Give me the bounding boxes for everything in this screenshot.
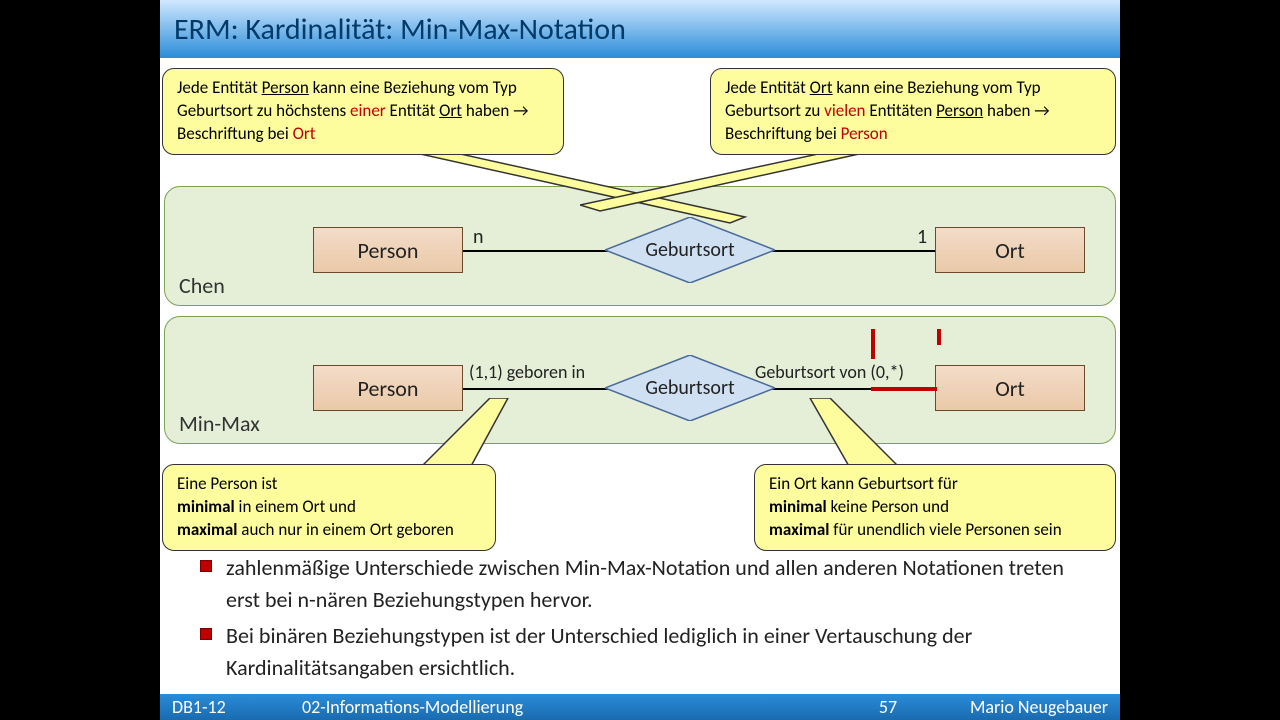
callout-tail-right: [580, 145, 900, 215]
minmax-label-right: Geburtsort von (0,*): [755, 361, 904, 383]
entity-person-chen: Person: [313, 227, 463, 273]
entity-ort-minmax: Ort: [935, 365, 1085, 411]
callout-top-right: Jede Entität Ort kann eine Beziehung vom…: [710, 68, 1116, 155]
footer-page: 57: [848, 696, 928, 718]
title-bar: ERM: Kardinalität: Min-Max-Notation: [160, 0, 1120, 58]
red-mark-left: [871, 329, 875, 359]
panel-minmax: Min-Max Person Ort Geburtsort (1,1) gebo…: [164, 316, 1116, 444]
card-1: 1: [917, 225, 927, 249]
footer-author: Mario Neugebauer: [928, 696, 1108, 718]
slide-title: ERM: Kardinalität: Min-Max-Notation: [174, 11, 626, 48]
callout-bottom-left: Eine Person ist minimal in einem Ort und…: [162, 464, 496, 551]
callout-tail-br: [780, 398, 900, 468]
footer-left: DB1-12: [172, 696, 302, 718]
diamond-minmax: Geburtsort: [605, 355, 775, 421]
slide: ERM: Kardinalität: Min-Max-Notation Jede…: [160, 0, 1120, 720]
callout-top-left: Jede Entität Person kann eine Beziehung …: [162, 68, 564, 155]
entity-ort-chen: Ort: [935, 227, 1085, 273]
panel-chen-label: Chen: [179, 272, 225, 299]
red-mark-bottom: [871, 387, 937, 391]
bullet-list: zahlenmäßige Unterschiede zwischen Min-M…: [200, 552, 1100, 688]
bullet-2: Bei binären Beziehungstypen ist der Unte…: [200, 620, 1100, 684]
slide-content: Jede Entität Person kann eine Beziehung …: [160, 58, 1120, 694]
footer: DB1-12 02-Informations-Modellierung 57 M…: [160, 694, 1120, 720]
bullet-icon: [200, 560, 212, 572]
diamond-chen: Geburtsort: [605, 217, 775, 283]
panel-minmax-label: Min-Max: [179, 410, 260, 437]
callout-tail-bl: [420, 398, 530, 468]
red-mark-right: [937, 329, 941, 345]
bullet-1: zahlenmäßige Unterschiede zwischen Min-M…: [200, 552, 1100, 616]
callout-bottom-right: Ein Ort kann Geburtsort für minimal kein…: [754, 464, 1116, 551]
card-n: n: [473, 225, 484, 249]
footer-mid: 02-Informations-Modellierung: [302, 696, 848, 718]
minmax-label-left: (1,1) geboren in: [469, 361, 585, 383]
bullet-icon: [200, 628, 212, 640]
